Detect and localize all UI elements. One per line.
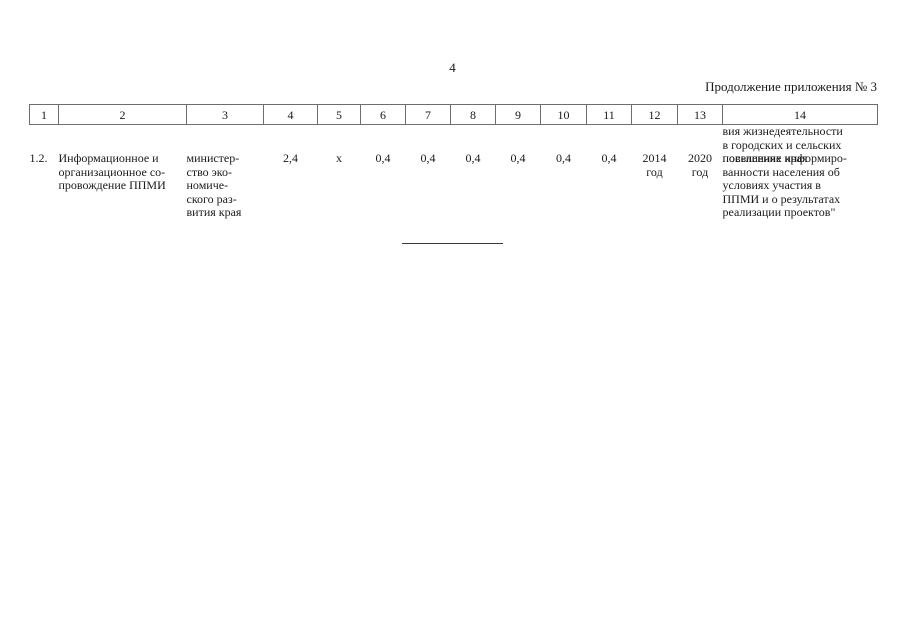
end-year-unit: год xyxy=(691,164,709,179)
table-row: 1.2. Информационное и организационное со… xyxy=(30,124,878,220)
executor-line-4: ского раз- xyxy=(186,191,237,206)
cell-item-number: 1.2. xyxy=(30,125,59,220)
executor-line-5: вития края xyxy=(186,205,242,220)
col5-value-text: x xyxy=(336,151,342,165)
column-header-7: 7 xyxy=(405,104,451,125)
col6-value-text: 0,4 xyxy=(375,151,391,165)
column-header-4: 4 xyxy=(263,104,318,125)
page-number: 4 xyxy=(449,60,456,75)
end-year-value: 2020 xyxy=(688,151,712,165)
column-header-13: 13 xyxy=(677,104,723,125)
column-header-8: 8 xyxy=(450,104,496,125)
overflow-line-3: поселениях края xyxy=(722,151,808,166)
cell-end-year: 2020 год xyxy=(678,125,723,220)
executor-line-2: ство эко- xyxy=(186,164,233,179)
total-amount-text: 2,4 xyxy=(283,151,298,165)
column-header-2: 2 xyxy=(58,104,187,125)
column-header-3: 3 xyxy=(186,104,264,125)
col9-value-text: 0,4 xyxy=(510,151,526,165)
executor-line-3: номиче- xyxy=(186,178,229,193)
continuation-note: Продолжение приложения № 3 xyxy=(705,79,877,94)
column-header-12: 12 xyxy=(631,104,678,125)
column-header-11: 11 xyxy=(586,104,632,125)
measure-name-line-2: организационное со- xyxy=(58,164,166,179)
cell-measure-name: Информационное и организационное со- про… xyxy=(59,125,187,220)
cell-total-amount: 2,4 xyxy=(264,125,318,220)
cell-col10-value: 0,4 xyxy=(541,125,587,220)
overflow-line-2: в городских и сельских xyxy=(722,137,842,152)
col11-value-text: 0,4 xyxy=(601,151,617,165)
cell-expected-result: вия жизнедеятельности в городских и сель… xyxy=(722,124,878,220)
document-page: 4 Продолжение приложения № 3 1 2 3 4 5 6 xyxy=(0,0,905,640)
result-line-3: условиях участия в xyxy=(722,178,821,193)
section-divider-rule xyxy=(402,243,503,244)
cell-col11-value: 0,4 xyxy=(587,125,632,220)
cell-col9-value: 0,4 xyxy=(496,125,541,220)
cell-col6-value: 0,4 xyxy=(361,125,406,220)
start-year-value: 2014 xyxy=(642,151,667,165)
col8-value-text: 0,4 xyxy=(465,151,481,165)
cell-col8-value: 0,4 xyxy=(451,125,496,220)
table-header-row: 1 2 3 4 5 6 7 8 9 10 11 12 13 14 xyxy=(29,104,878,125)
program-measures-table: 1 2 3 4 5 6 7 8 9 10 11 12 13 14 1.2. Ин… xyxy=(29,104,878,220)
column-header-14: 14 xyxy=(722,104,878,125)
cell-col5-value: x xyxy=(318,125,361,220)
column-header-6: 6 xyxy=(360,104,406,125)
cell-start-year: 2014 год xyxy=(632,125,678,220)
result-line-4: ППМИ и о результатах xyxy=(722,191,841,206)
item-number-text: 1.2. xyxy=(29,151,48,165)
cell-executor: министер- ство эко- номиче- ского раз- в… xyxy=(187,125,264,220)
overflow-line-1: вия жизнедеятельности xyxy=(722,124,843,138)
start-year-unit: год xyxy=(646,164,663,179)
result-line-5: реализации проектов" xyxy=(722,205,836,220)
column-header-10: 10 xyxy=(540,104,587,125)
previous-row-result-overflow: вия жизнедеятельности в городских и сель… xyxy=(722,124,875,166)
result-line-2: ванности населения об xyxy=(722,164,840,179)
column-header-1: 1 xyxy=(29,104,59,125)
col10-value-text: 0,4 xyxy=(556,151,571,165)
column-header-9: 9 xyxy=(495,104,541,125)
measure-name-line-1: Информационное и xyxy=(58,151,159,165)
measure-name-line-3: провождение ППМИ xyxy=(58,178,166,193)
column-header-5: 5 xyxy=(317,104,361,125)
col7-value-text: 0,4 xyxy=(420,151,436,165)
cell-col7-value: 0,4 xyxy=(406,125,451,220)
executor-line-1: министер- xyxy=(186,151,240,165)
